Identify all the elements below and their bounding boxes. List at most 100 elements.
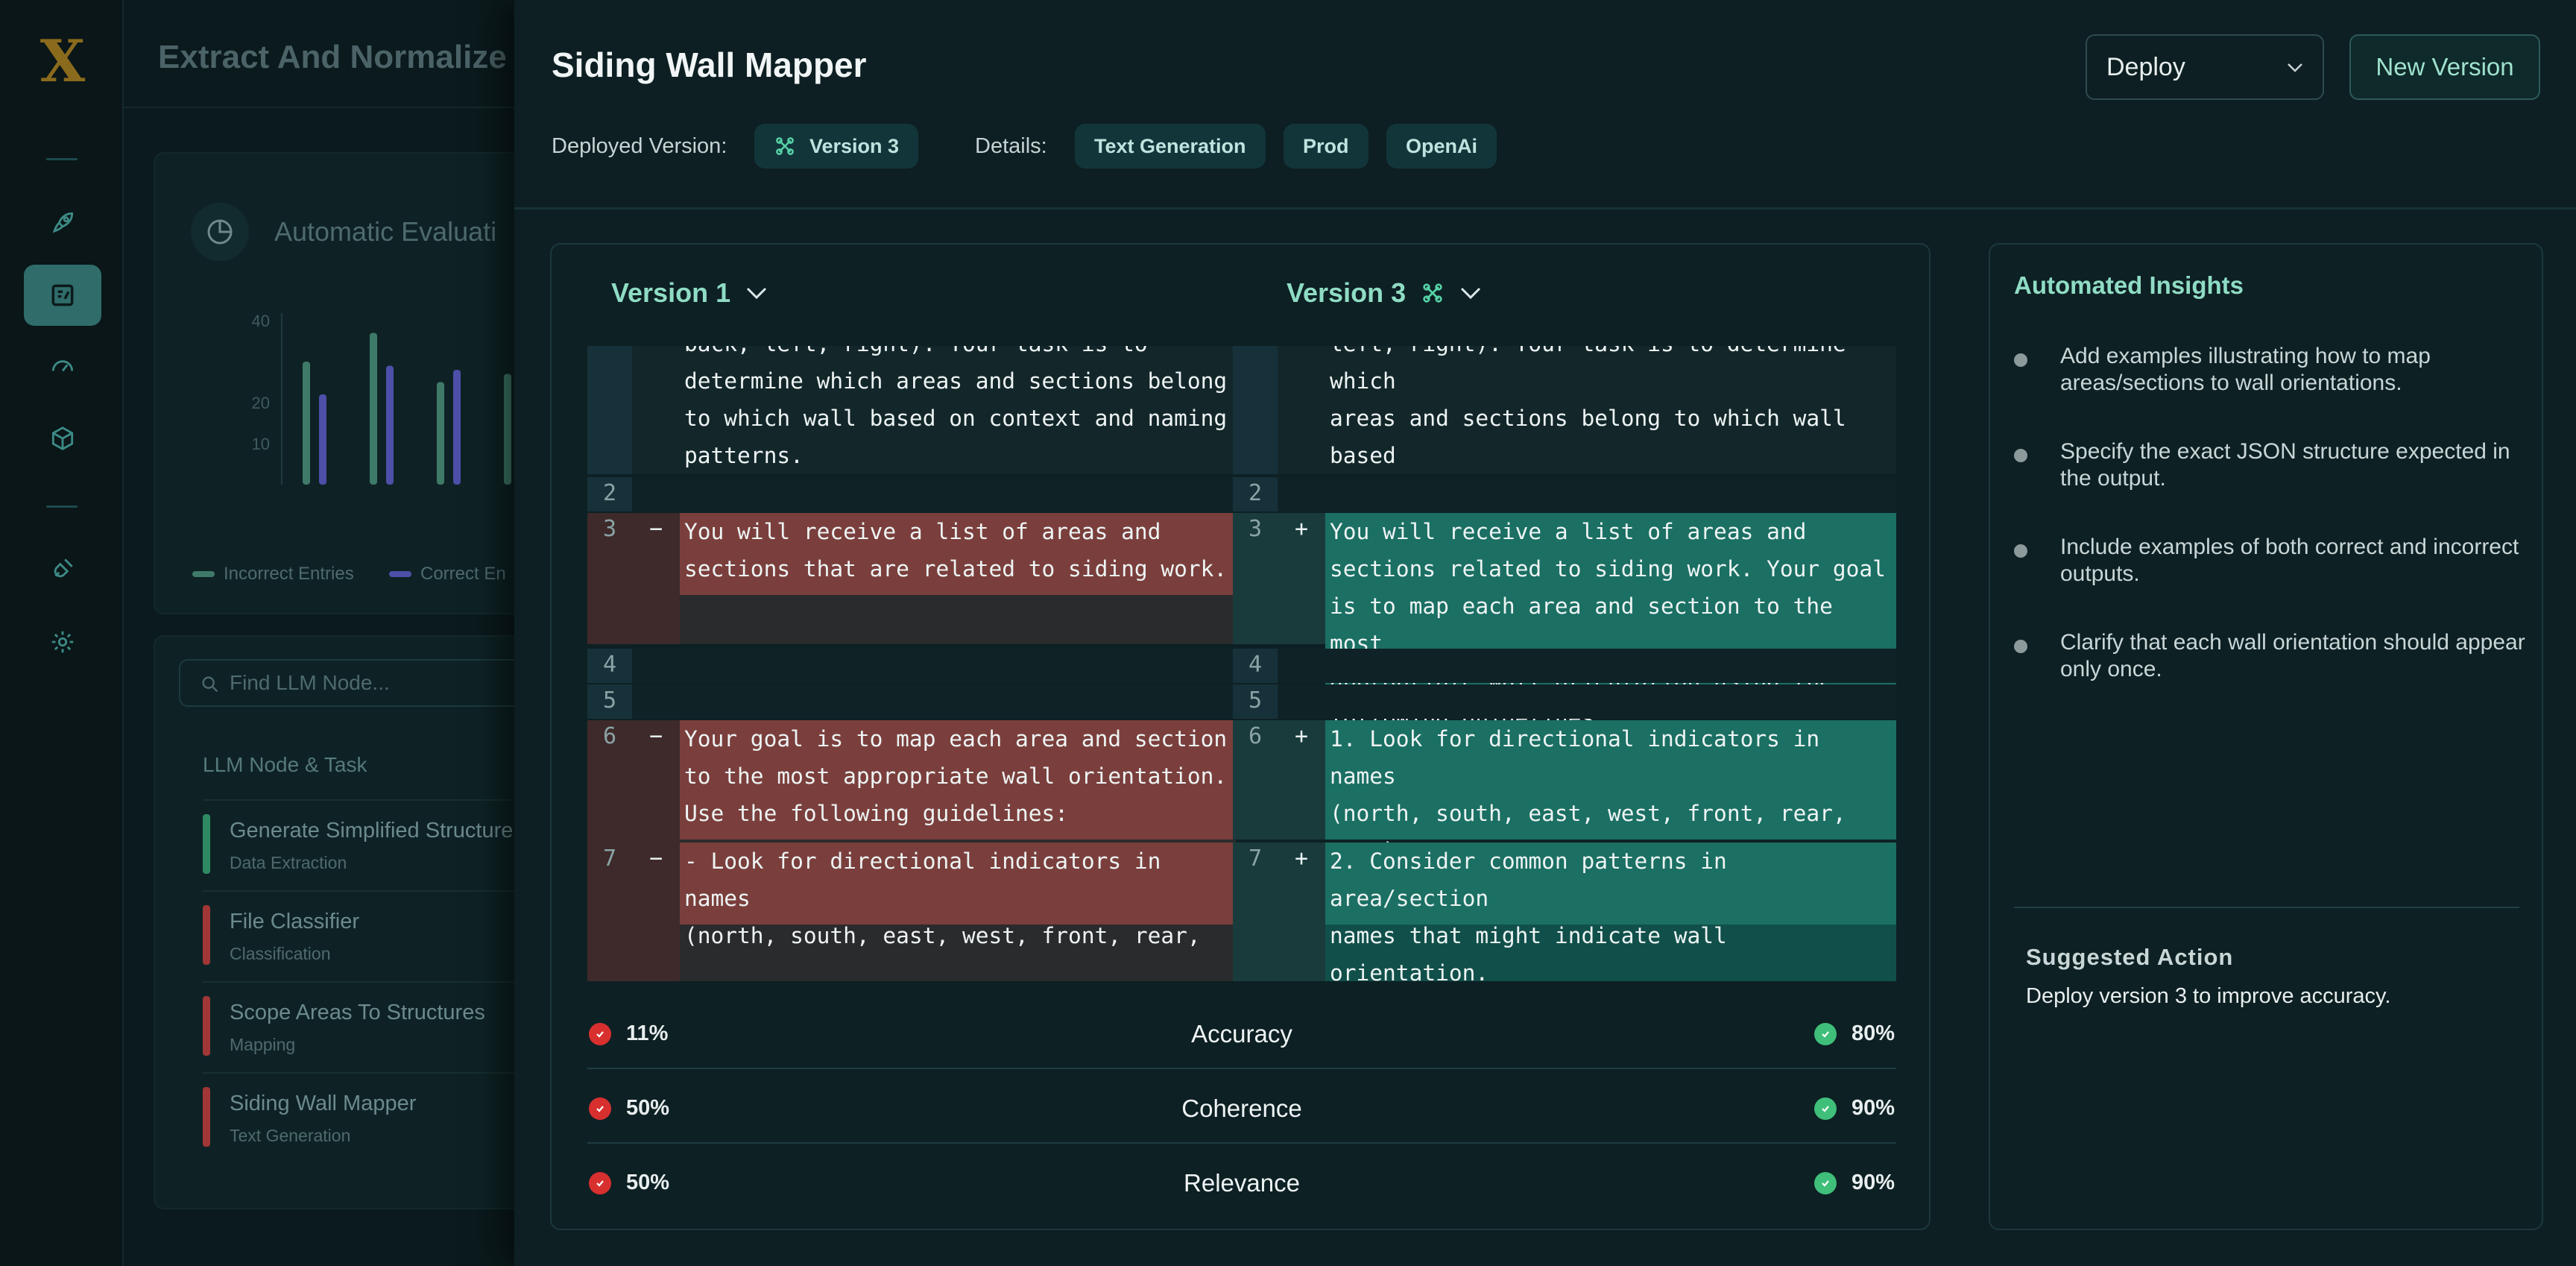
metric-name: Relevance [1184,1169,1300,1197]
bullet-icon [2014,449,2027,462]
llm-node-row[interactable]: Siding Wall Mapper Text Generation [203,1072,546,1162]
version-icon [1423,283,1442,303]
line-number: 2 [587,477,632,511]
chevron-down-icon [747,287,767,300]
insight-text: Clarify that each wall orientation shoul… [2060,630,2525,681]
prompt-diff-icon[interactable] [24,265,101,326]
llm-node-row[interactable]: Generate Simplified Structure Data Extrac… [203,799,546,889]
prompt-diff-view[interactable]: back, left, right). Your task is to dete… [587,346,1896,981]
y-tick-label: 20 [252,394,270,412]
diff-text: 1. Look for directional indicators in na… [1325,720,1896,863]
detail-chip-task: Text Generation [1075,124,1266,169]
metric-right-value: 80% [1813,1021,1895,1046]
right-version-select[interactable]: Version 3 [1287,277,1482,309]
node-name: Siding Wall Mapper [230,1092,417,1115]
bullet-icon [2014,640,2027,653]
insight-text: Add examples illustrating how to map are… [2060,344,2431,395]
diff-marker [1278,684,1325,719]
llm-node-row[interactable]: Scope Areas To Structures Mapping [203,981,546,1071]
left-version-select[interactable]: Version 1 [611,277,768,309]
chart-bar [303,362,310,485]
line-number [587,346,632,474]
app-logo[interactable]: X [33,33,92,91]
deployed-version-label: Deployed Version: [552,134,727,158]
suggested-action-title: Suggested Action [2026,944,2234,970]
compare-panel: Version 1 Version 3 back, left, right). … [550,243,1931,1230]
new-version-button[interactable]: New Version [2349,34,2540,100]
diff-marker: − [632,513,680,644]
chart-bar [504,374,511,485]
insight-item: Specify the exact JSON structure expecte… [2014,438,2528,492]
evaluation-chart: 40 20 10 [252,312,511,485]
version-compare-drawer: Siding Wall Mapper Deploy New Version De… [514,0,2576,1266]
chevron-down-icon [1461,287,1481,300]
node-task: Classification [230,944,331,963]
line-number: 7 [1233,843,1278,981]
chart-bar [453,370,461,485]
diff-marker: + [1278,720,1325,840]
cube-icon[interactable] [24,408,101,469]
chart-bar [437,382,444,485]
gear-icon[interactable] [24,611,101,673]
diff-line-ctx: left, right). Your task is to determine … [1233,346,1896,506]
metric-right-value: 90% [1813,1171,1895,1195]
page-title: Extract And Normalize [158,39,507,75]
line-number: 7 [587,843,632,981]
detail-chip-provider: OpenAi [1386,124,1497,169]
diff-line-del: 3− You will receive a list of areas and s… [587,513,1236,644]
deploy-select[interactable]: Deploy [2086,34,2324,100]
insights-divider [2014,907,2519,908]
diff-text: - Look for directional indicators in nam… [680,843,1236,948]
node-search-input[interactable]: Find LLM Node... [179,659,537,707]
version-icon [776,137,794,155]
diff-marker [632,684,680,719]
diff-line-blank: 2 [587,477,1236,511]
line-number: 6 [1233,720,1278,840]
deployed-version-chip[interactable]: Version 3 [754,124,919,169]
line-number [1233,346,1278,474]
diff-line-add: 7 +2. Consider common patterns in area/se… [1233,843,1896,981]
metric-right-value: 90% [1813,1096,1895,1121]
diff-line-blank: 4 [587,649,1236,683]
insight-item: Include examples of both correct and inc… [2014,534,2528,588]
diff-line-del: 7− - Look for directional indicators in n… [587,843,1236,981]
rocket-icon[interactable] [24,192,101,253]
diff-line-blank: 4 [1233,649,1896,683]
metric-row: 50% Relevance 90% [587,1144,1896,1218]
node-name: Generate Simplified Structure [230,819,514,843]
diff-text: You will receive a list of areas and sec… [680,513,1236,595]
drawer-title: Siding Wall Mapper [552,45,867,84]
line-number: 4 [587,649,632,683]
diff-line-blank: 5 [587,684,1236,719]
line-number: 2 [1233,477,1278,511]
detail-chip-env: Prod [1284,124,1368,169]
bullet-icon [2014,353,2027,367]
metric-name: Accuracy [1191,1020,1292,1048]
metric-row: 50% Coherence 90% [587,1069,1896,1144]
insight-text: Specify the exact JSON structure expecte… [2060,439,2510,491]
gauge-icon[interactable] [24,336,101,397]
metric-name: Coherence [1181,1095,1302,1122]
metric-row: 11% Accuracy 80% [587,995,1896,1069]
plug-icon[interactable] [24,538,101,599]
header-divider [124,107,526,108]
insight-item: Clarify that each wall orientation shoul… [2014,629,2528,683]
llm-node-row[interactable]: File Classifier Classification [203,890,546,980]
node-task: Text Generation [230,1126,351,1145]
diff-line-add: 3 + You will receive a list of areas and s… [1233,513,1896,731]
diff-marker: + [1278,843,1325,981]
diff-line-blank: 2 [1233,477,1896,511]
status-bar [203,814,210,874]
status-bar [203,996,210,1056]
diff-right-pane: left, right). Your task is to determine … [1233,346,1896,981]
evaluation-title: Automatic Evaluati [274,216,497,247]
node-name: File Classifier [230,910,360,933]
diff-marker: − [632,720,680,843]
diff-marker: − [632,843,680,981]
node-task: Mapping [230,1035,296,1054]
line-number: 5 [1233,684,1278,719]
node-name: Scope Areas To Structures [230,1001,485,1024]
status-bar [203,1087,210,1147]
line-number: 5 [587,684,632,719]
node-task: Data Extraction [230,853,347,872]
